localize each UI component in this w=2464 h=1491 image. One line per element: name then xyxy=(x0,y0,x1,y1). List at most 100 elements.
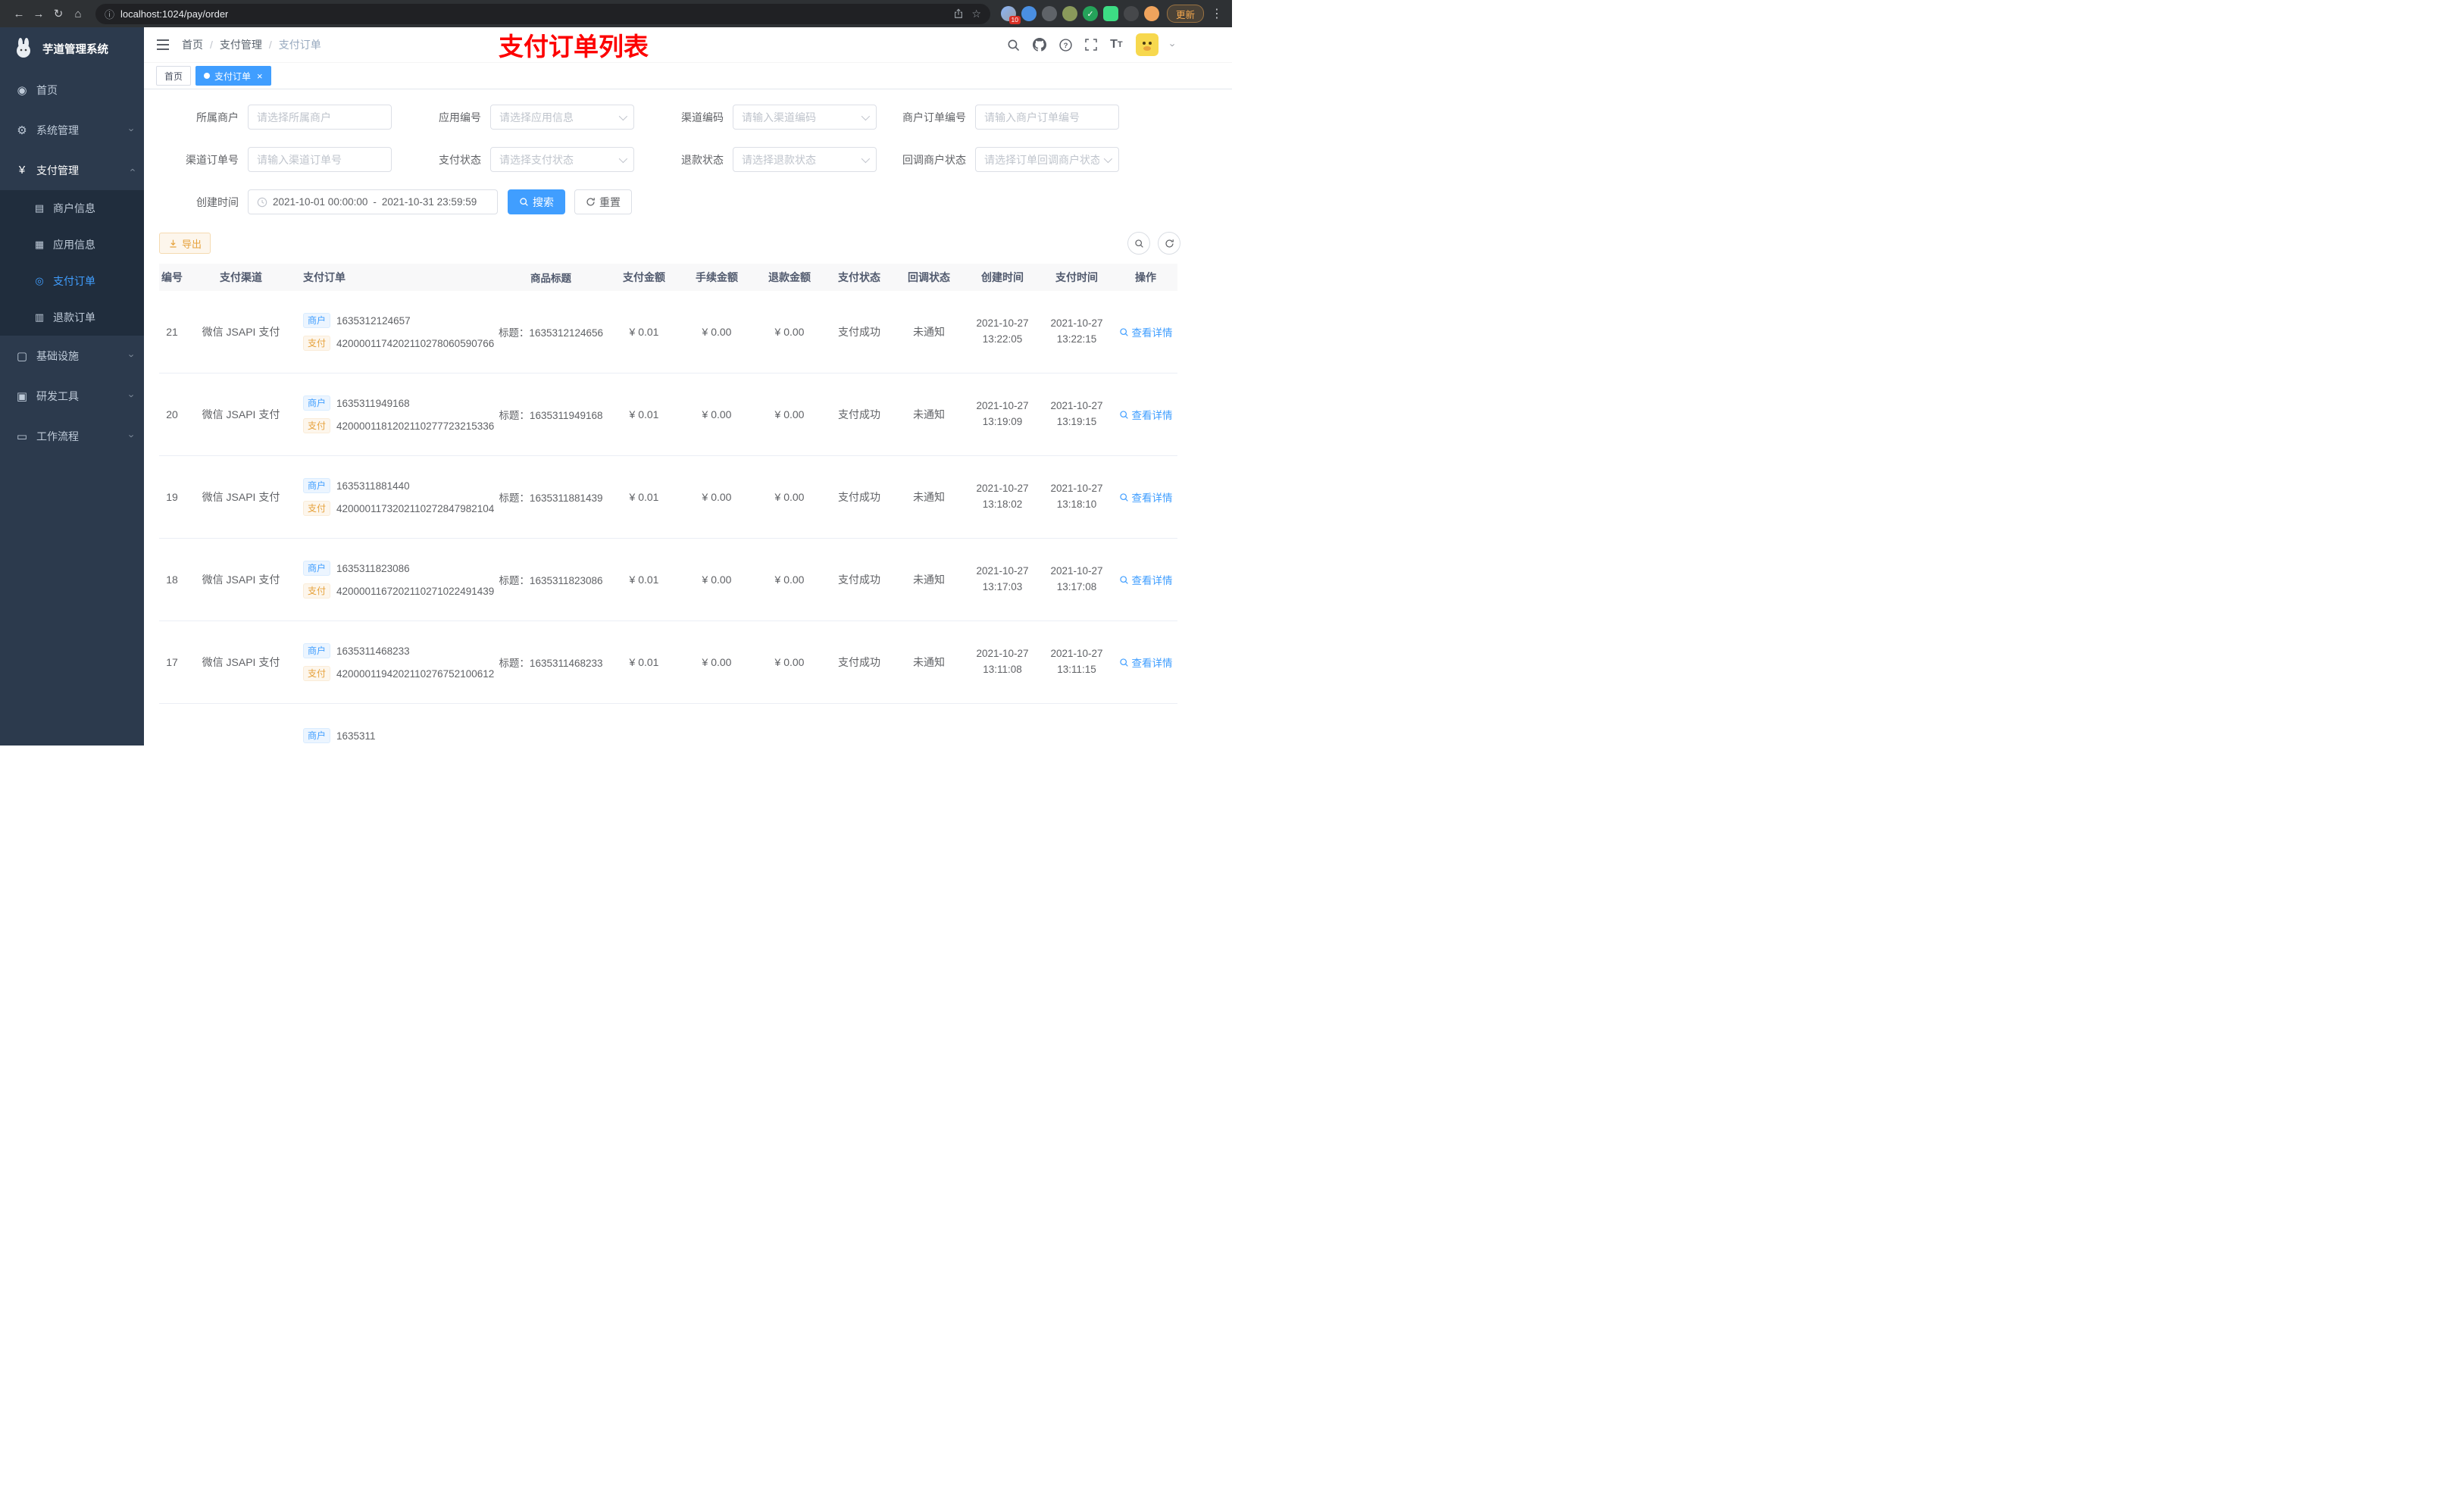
cell-pay-channel: 微信 JSAPI 支付 xyxy=(202,326,280,338)
cell-order-id: 19 xyxy=(166,491,178,503)
sidebar-item-payment[interactable]: ¥ 支付管理 › xyxy=(0,150,144,190)
extension-icon[interactable] xyxy=(1123,6,1139,21)
search-icon[interactable] xyxy=(1007,39,1020,52)
view-detail-link[interactable]: 查看详情 xyxy=(1119,655,1173,670)
cell-refund-amount xyxy=(753,704,826,746)
filter-create-time: 创建时间 2021-10-01 00:00:00 - 2021-10-31 23… xyxy=(159,189,498,214)
channel-order-line: 支付 4200001173202110272847982104 xyxy=(303,501,494,516)
channel-order-no-input[interactable] xyxy=(248,147,392,172)
sidebar-item-system[interactable]: ⚙ 系统管理 › xyxy=(0,110,144,150)
extension-icon[interactable] xyxy=(1041,6,1057,21)
github-icon[interactable] xyxy=(1033,38,1047,52)
cell-pay-amount: ¥ 0.01 xyxy=(629,574,659,586)
extension-icon[interactable] xyxy=(1143,6,1159,21)
address-bar[interactable]: ⓘ localhost:1024/pay/order ☆ xyxy=(95,3,990,24)
channel-code-select[interactable]: 请输入渠道编码 xyxy=(733,105,877,130)
merchant-input[interactable] xyxy=(248,105,392,130)
toggle-search-button[interactable] xyxy=(1127,232,1150,255)
breadcrumb-payment[interactable]: 支付管理 xyxy=(220,37,262,52)
reset-button[interactable]: 重置 xyxy=(574,189,632,214)
sidebar-item-refund-order[interactable]: ▥ 退款订单 xyxy=(0,299,144,336)
app-id-select[interactable]: 请选择应用信息 xyxy=(490,105,634,130)
sidebar-item-pay-order[interactable]: ◎ 支付订单 xyxy=(0,263,144,299)
home-button[interactable]: ⌂ xyxy=(68,4,88,23)
cell-action: 查看详情 xyxy=(1114,539,1177,620)
table-row: 20 微信 JSAPI 支付 商户 1635311949168 支付 4200001181… xyxy=(159,374,1177,456)
merchant-order-no-input[interactable] xyxy=(975,105,1119,130)
export-button[interactable]: 导出 xyxy=(159,233,211,254)
sidebar-collapse-icon[interactable] xyxy=(156,39,170,51)
cell-pay-status xyxy=(826,704,893,746)
extension-icon[interactable] xyxy=(1102,6,1118,21)
logo-rabbit-icon xyxy=(17,38,30,58)
cell-pay-time xyxy=(1040,704,1114,746)
bookmark-star-icon[interactable]: ☆ xyxy=(971,8,981,20)
merchant-tag: 商户 xyxy=(303,395,331,411)
view-detail-link[interactable]: 查看详情 xyxy=(1119,324,1173,339)
font-size-icon[interactable]: TT xyxy=(1110,39,1123,51)
infrastructure-icon: ▢ xyxy=(16,349,28,363)
extension-icon[interactable] xyxy=(1021,6,1037,21)
cell-pay-time: 2021-10-27 13:19:15 xyxy=(1050,400,1103,427)
share-icon[interactable] xyxy=(953,8,964,19)
user-menu-caret-icon[interactable]: › xyxy=(1167,43,1178,46)
sidebar-item-devtools[interactable]: ▣ 研发工具 › xyxy=(0,376,144,416)
app-title: 芋道管理系统 xyxy=(42,43,108,56)
table-header: 编号 支付渠道 支付订单 商品标题 支付金额 手续金额 退款金额 支付状态 回调状态 创建时间 支付… xyxy=(159,264,1177,291)
site-info-icon[interactable]: ⓘ xyxy=(105,7,114,21)
search-button[interactable]: 搜索 xyxy=(508,189,565,214)
refund-status-select[interactable]: 请选择退款状态 xyxy=(733,147,877,172)
view-detail-link[interactable]: 查看详情 xyxy=(1119,489,1173,505)
cell-fee-amount: ¥ 0.00 xyxy=(702,408,732,420)
cell-action: 查看详情 xyxy=(1114,621,1177,703)
breadcrumb-home[interactable]: 首页 xyxy=(182,37,203,52)
channel-order-no: 4200001167202110271022491439 xyxy=(336,585,494,597)
forward-button[interactable]: → xyxy=(29,4,48,23)
tab-pay-order[interactable]: 支付订单 × xyxy=(195,66,271,86)
fullscreen-icon[interactable] xyxy=(1085,39,1097,51)
close-tab-icon[interactable]: × xyxy=(257,70,263,82)
gear-icon: ⚙ xyxy=(17,123,27,137)
extension-icon[interactable] xyxy=(1062,6,1077,21)
cell-pay-channel: 微信 JSAPI 支付 xyxy=(202,491,280,503)
sidebar-item-workflow[interactable]: ▭ 工作流程 › xyxy=(0,416,144,456)
tab-home[interactable]: 首页 xyxy=(156,66,192,86)
pay-status-select[interactable]: 请选择支付状态 xyxy=(490,147,634,172)
cell-pay-time: 2021-10-27 13:22:15 xyxy=(1050,317,1103,345)
merchant-order-line: 商户 1635311468233 xyxy=(303,643,410,658)
reload-button[interactable]: ↻ xyxy=(48,4,68,23)
sidebar-item-infrastructure[interactable]: ▢ 基础设施 › xyxy=(0,336,144,376)
column-header: 手续金额 xyxy=(696,271,738,283)
extension-icon[interactable]: ✓ xyxy=(1082,6,1098,21)
sidebar-item-merchant-info[interactable]: ▤ 商户信息 xyxy=(0,190,144,227)
sidebar-item-home[interactable]: ◉ 首页 xyxy=(0,70,144,110)
chevron-down-icon: › xyxy=(126,128,138,132)
cell-goods-title xyxy=(494,704,608,746)
cell-notify-status: 未通知 xyxy=(913,408,945,420)
date-range-picker[interactable]: 2021-10-01 00:00:00 - 2021-10-31 23:59:5… xyxy=(248,189,498,214)
table-row: 18 微信 JSAPI 支付 商户 1635311823086 支付 4200001167… xyxy=(159,539,1177,621)
cell-fee-amount: ¥ 0.00 xyxy=(702,326,732,338)
cell-pay-order: 商户 1635312124657 支付 42000011742021102780605… xyxy=(297,291,494,373)
view-detail-link[interactable]: 查看详情 xyxy=(1119,407,1173,422)
browser-menu-icon[interactable]: ⋮ xyxy=(1211,6,1223,21)
view-detail-link[interactable]: 查看详情 xyxy=(1119,572,1173,587)
extension-icon[interactable]: 10 xyxy=(1000,6,1021,24)
refresh-table-button[interactable] xyxy=(1158,232,1180,255)
notify-status-select[interactable]: 请选择订单回调商户状态 xyxy=(975,147,1119,172)
browser-update-button[interactable]: 更新 xyxy=(1166,5,1204,23)
back-button[interactable]: ← xyxy=(9,4,29,23)
cell-refund-amount: ¥ 0.00 xyxy=(774,574,805,586)
table-row: 商户 1635311 xyxy=(159,704,1177,746)
chevron-down-icon xyxy=(1103,154,1113,163)
help-icon[interactable]: ? xyxy=(1059,38,1072,52)
pay-order-icon: ◎ xyxy=(35,275,44,286)
column-header: 操作 xyxy=(1135,271,1156,283)
user-avatar[interactable] xyxy=(1135,33,1159,56)
sidebar-item-app-info[interactable]: ▦ 应用信息 xyxy=(0,227,144,263)
cell-goods-title: 标题：1635311823086 xyxy=(499,575,603,586)
app-info-icon: ▦ xyxy=(34,239,45,250)
filter-notify-status: 回调商户状态 请选择订单回调商户状态 xyxy=(886,147,1119,172)
cell-goods-title: 标题：1635312124656 xyxy=(498,327,604,339)
cell-pay-channel: 微信 JSAPI 支付 xyxy=(202,656,280,668)
